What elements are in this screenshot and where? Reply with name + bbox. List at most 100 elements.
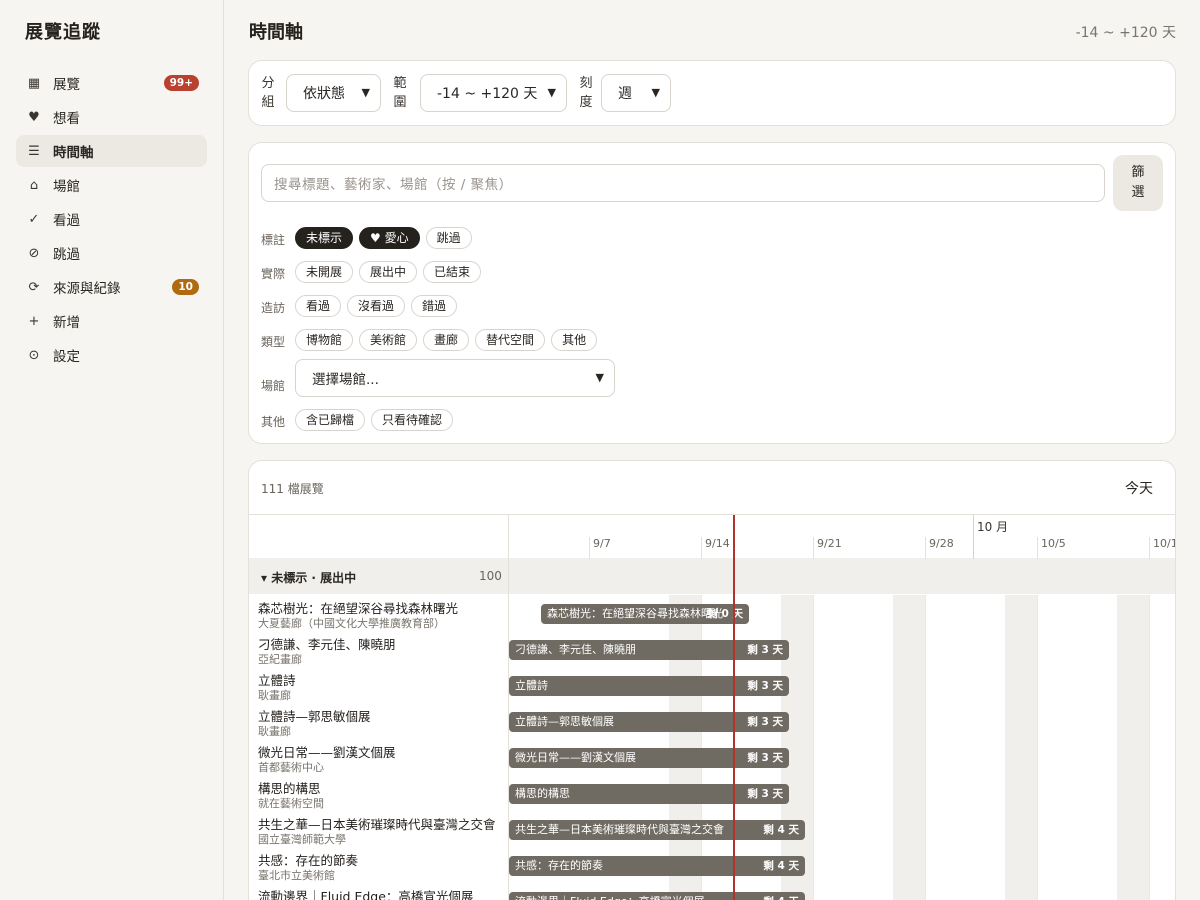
count-badge: 99+ [163,75,199,91]
group-by-select[interactable]: 依狀態 ▼ [286,74,381,112]
exhibition-row[interactable]: 微光日常——劉漢文個展 首都藝術中心 [249,740,508,776]
exhibition-bar[interactable]: 刁德謙、李元佳、陳曉朋 剩 3 天 [509,640,789,660]
group-label: ▾ 未標示 · 展出中 [261,571,357,585]
sidebar-item-7[interactable]: + 新增 [16,305,207,337]
days-remaining: 剩 0 天 [707,608,743,620]
timeline-card: 111 檔展覽 今天 ▾ 未標示 · 展出中 100 10 月 9/7 9/14 9… [248,460,1176,900]
range-label: 範圍 [393,76,407,110]
weekend-shade [1117,595,1149,900]
sidebar-item-3[interactable]: ⌂ 場館 [16,169,207,201]
exhibition-bar[interactable]: 共感：存在的節奏 剩 4 天 [509,856,805,876]
weekend-shade [893,595,925,900]
main-content: 時間軸 -14 ~ +120 天 分組 依狀態 ▼ 範圍 -14 ~ +120 … [224,0,1200,900]
search-input[interactable]: 搜尋標題、藝術家、場館（按 / 聚焦） [261,164,1105,202]
exhibition-row[interactable]: 立體詩 耿畫廊 [249,668,508,704]
week-tick [1037,537,1038,559]
sidebar-item-8[interactable]: ⊙ 設定 [16,339,207,371]
exhibition-bar[interactable]: 立體詩 剩 3 天 [509,676,789,696]
days-remaining: 剩 3 天 [747,716,783,728]
week-label: 9/7 [593,537,611,550]
exhibition-row[interactable]: 共生之華—日本美術璀璨時代與臺灣之交會 國立臺灣師範大學 [249,812,508,848]
scale-value: 週 [618,86,632,102]
filter-chip[interactable]: 替代空間 [475,329,546,351]
sidebar-item-label: 展覽 [53,77,80,93]
exhibition-row[interactable]: 刁德謙、李元佳、陳曉朋 亞紀畫廊 [249,632,508,668]
venue-filter-label: 場館 [261,379,286,393]
filters-card: 搜尋標題、藝術家、場館（按 / 聚焦） 篩選 場館 選擇場館... ▼ 其他 含… [248,142,1176,444]
exhibition-bar-label: 共生之華—日本美術璀璨時代與臺灣之交會 [515,823,724,836]
today-button[interactable]: 今天 [1125,478,1153,498]
exhibition-bar[interactable]: 立體詩—郭思敏個展 剩 3 天 [509,712,789,732]
week-tick [1149,537,1150,559]
sidebar-item-4[interactable]: ✓ 看過 [16,203,207,235]
exhibition-bar[interactable]: 共生之華—日本美術璀璨時代與臺灣之交會 剩 4 天 [509,820,805,840]
list-icon: ☰ [28,143,40,159]
filter-chip[interactable]: 美術館 [359,329,418,351]
exhibition-row[interactable]: 流動邊界｜Fluid Edge：高橋宣光個展 [249,884,508,900]
refresh-icon: ⟳ [28,279,40,295]
filter-chip[interactable]: 只看待確認 [371,409,454,431]
check-icon: ✓ [28,211,40,227]
sidebar-item-1[interactable]: ♥ 想看 [16,101,207,133]
chevron-down-icon: ▼ [651,86,660,99]
filter-chip[interactable]: 看過 [295,295,342,317]
week-label: 9/21 [817,537,842,550]
week-label: 10/5 [1041,537,1066,550]
other-filter-label: 其他 [261,415,286,429]
filter-chip[interactable]: 已結束 [423,261,482,283]
venue-select[interactable]: 選擇場館... ▼ [295,359,615,397]
group-by-value: 依狀態 [303,86,345,102]
exhibition-venue: 耿畫廊 [258,689,291,702]
exhibition-venue: 首都藝術中心 [258,761,324,774]
filter-chip[interactable]: 未開展 [295,261,354,283]
plus-icon: + [28,313,40,329]
filter-chip[interactable]: 展出中 [359,261,418,283]
week-tick [925,537,926,559]
week-label: 9/28 [929,537,954,550]
sidebar-item-0[interactable]: ▦ 展覽 99+ [16,67,207,99]
filter-chip[interactable]: 博物館 [295,329,354,351]
exhibition-bar-label: 構思的構思 [515,787,570,800]
filter-chip[interactable]: 其他 [551,329,598,351]
exhibition-bar[interactable]: 流動邊界｜Fluid Edge：高橋宣光個展 剩 4 天 [509,892,805,900]
filter-chip[interactable]: 含已歸檔 [295,409,366,431]
sidebar-item-2[interactable]: ☰ 時間軸 [16,135,207,167]
week-tick [589,537,590,559]
other-filter-chips: 含已歸檔 只看待確認 [295,409,454,431]
filter-chip[interactable]: 錯過 [411,295,458,317]
filter-chip[interactable]: 畫廊 [423,329,470,351]
filter-chip-group: 博物館 美術館 畫廊 替代空間 其他 [295,329,598,351]
exhibition-row[interactable]: 森芯樹光：在絕望深谷尋找森林曙光 大夏藝廊（中國文化大學推廣教育部） [249,596,508,632]
exhibition-row[interactable]: 共感：存在的節奏 臺北市立美術館 [249,848,508,884]
range-summary: -14 ~ +120 天 [1075,25,1176,41]
filter-button[interactable]: 篩選 [1113,155,1163,211]
filter-row-label: 標註 [261,233,286,247]
week-tick [813,537,814,559]
filter-row-label: 實際 [261,267,286,281]
exhibition-bar[interactable]: 微光日常——劉漢文個展 剩 3 天 [509,748,789,768]
exhibition-row[interactable]: 構思的構思 就在藝術空間 [249,776,508,812]
days-remaining: 剩 4 天 [763,860,799,872]
filter-button-label: 篩選 [1131,165,1145,200]
days-remaining: 剩 3 天 [747,752,783,764]
view-controls-card: 分組 依狀態 ▼ 範圍 -14 ~ +120 天 ▼ 刻度 週 ▼ [248,60,1176,126]
sidebar-item-label: 設定 [53,349,80,365]
filter-chip[interactable]: 沒看過 [347,295,406,317]
filter-chip[interactable]: 跳過 [425,227,472,249]
filter-chip-group: 未標示 ♥ 愛心 跳過 [295,227,472,249]
exhibition-row[interactable]: 立體詩—郭思敏個展 耿畫廊 [249,704,508,740]
sidebar-item-label: 看過 [53,213,80,229]
exhibition-bar[interactable]: 森芯樹光：在絕望深谷尋找森林曙光剩 0 天 [541,604,749,624]
range-select[interactable]: -14 ~ +120 天 ▼ [420,74,567,112]
week-gridline [925,595,926,900]
exhibition-bar-label: 微光日常——劉漢文個展 [515,751,636,764]
exhibition-bar-label: 流動邊界｜Fluid Edge：高橋宣光個展 [515,895,705,900]
days-remaining: 剩 3 天 [747,788,783,800]
sidebar-item-5[interactable]: ⊘ 跳過 [16,237,207,269]
sidebar-item-6[interactable]: ⟳ 來源與紀錄 10 [16,271,207,303]
filter-chip[interactable]: 未標示 [295,227,354,249]
exhibition-bar[interactable]: 構思的構思 剩 3 天 [509,784,789,804]
scale-select[interactable]: 週 ▼ [601,74,671,112]
filter-chip[interactable]: ♥ 愛心 [359,227,420,249]
sidebar-item-label: 新增 [53,315,80,331]
